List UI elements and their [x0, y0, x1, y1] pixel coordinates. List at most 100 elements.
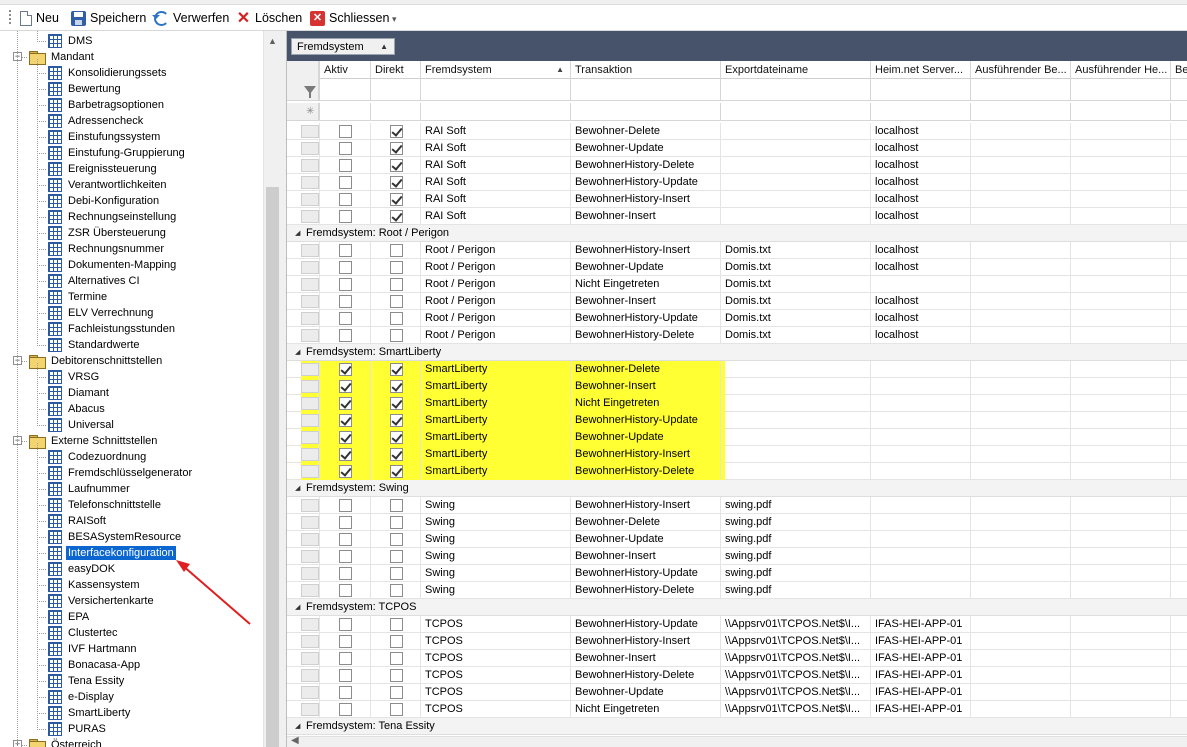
tree-item[interactable]: Alternatives CI [48, 273, 142, 289]
row-selector[interactable] [301, 176, 319, 189]
aktiv-checkbox[interactable] [339, 295, 352, 308]
aktiv-checkbox[interactable] [339, 193, 352, 206]
table-row[interactable]: RAI Soft Bewohner-Insert localhost [287, 208, 1187, 225]
direkt-checkbox[interactable] [390, 567, 403, 580]
cell-direkt[interactable] [370, 276, 420, 293]
tree-item[interactable]: Bonacasa-App [48, 657, 142, 673]
direkt-checkbox[interactable] [390, 329, 403, 342]
table-row[interactable]: RAI Soft BewohnerHistory-Update localhost [287, 174, 1187, 191]
aktiv-checkbox[interactable] [339, 703, 352, 716]
aktiv-checkbox[interactable] [339, 567, 352, 580]
direkt-checkbox[interactable] [390, 465, 403, 478]
tree-item[interactable]: Österreich [29, 737, 104, 747]
tree-item[interactable]: Tena Essity [48, 673, 126, 689]
close-button[interactable]: ✕ Schliessen [310, 8, 389, 28]
table-row[interactable]: Root / Perigon Bewohner-Update Domis.txt lo… [287, 259, 1187, 276]
aktiv-checkbox[interactable] [339, 329, 352, 342]
table-row[interactable]: RAI Soft BewohnerHistory-Insert localhost [287, 191, 1187, 208]
cell-direkt[interactable] [370, 667, 420, 684]
tree-item[interactable]: Termine [48, 289, 109, 305]
aktiv-checkbox[interactable] [339, 465, 352, 478]
group-header-row[interactable]: ◢ Fremdsystem: TCPOS [287, 599, 1187, 616]
aktiv-checkbox[interactable] [339, 142, 352, 155]
row-selector[interactable] [301, 125, 319, 138]
tree-item[interactable]: Adressencheck [48, 113, 145, 129]
cell-aktiv[interactable] [319, 123, 370, 140]
table-row[interactable]: SmartLiberty BewohnerHistory-Delete [287, 463, 1187, 480]
row-selector[interactable] [301, 278, 319, 291]
cell-direkt[interactable] [370, 157, 420, 174]
cell-aktiv[interactable] [319, 514, 370, 531]
group-header-row[interactable]: ◢ Fremdsystem: Tena Essity [287, 718, 1187, 735]
new-item-row[interactable]: ✳ [287, 103, 1187, 121]
cell-aktiv[interactable] [319, 259, 370, 276]
cell-aktiv[interactable] [319, 633, 370, 650]
tree-item[interactable]: Barbetragsoptionen [48, 97, 166, 113]
table-row[interactable]: Swing BewohnerHistory-Update swing.pdf [287, 565, 1187, 582]
aktiv-checkbox[interactable] [339, 312, 352, 325]
cell-aktiv[interactable] [319, 208, 370, 225]
cell-aktiv[interactable] [319, 667, 370, 684]
tree-item[interactable]: Clustertec [48, 625, 120, 641]
direkt-checkbox[interactable] [390, 516, 403, 529]
tree-item[interactable]: Fremdschlüsselgenerator [48, 465, 194, 481]
cell-aktiv[interactable] [319, 684, 370, 701]
column-header-exportdatei[interactable]: Exportdateiname [720, 61, 870, 79]
aktiv-checkbox[interactable] [339, 363, 352, 376]
table-row[interactable]: TCPOS Bewohner-Update \\Appsrv01\TCPOS.Net… [287, 684, 1187, 701]
direkt-checkbox[interactable] [390, 635, 403, 648]
direkt-checkbox[interactable] [390, 652, 403, 665]
cell-aktiv[interactable] [319, 157, 370, 174]
group-by-fremdsystem-chip[interactable]: Fremdsystem ▲ [291, 38, 395, 55]
cell-aktiv[interactable] [319, 616, 370, 633]
direkt-checkbox[interactable] [390, 618, 403, 631]
aktiv-checkbox[interactable] [339, 635, 352, 648]
cell-direkt[interactable] [370, 650, 420, 667]
cell-aktiv[interactable] [319, 140, 370, 157]
row-selector[interactable] [301, 244, 319, 257]
cell-aktiv[interactable] [319, 650, 370, 667]
cell-direkt[interactable] [370, 123, 420, 140]
direkt-checkbox[interactable] [390, 193, 403, 206]
delete-button[interactable]: ✕ Löschen [236, 8, 302, 28]
row-selector[interactable] [301, 142, 319, 155]
cell-aktiv[interactable] [319, 531, 370, 548]
tree-item[interactable]: Interfacekonfiguration [48, 545, 176, 561]
tree-item[interactable]: IVF Hartmann [48, 641, 138, 657]
row-selector[interactable] [301, 329, 319, 342]
cell-direkt[interactable] [370, 378, 420, 395]
tree-item[interactable]: Diamant [48, 385, 111, 401]
row-selector[interactable] [301, 261, 319, 274]
aktiv-checkbox[interactable] [339, 261, 352, 274]
tree-item[interactable]: Rechnungseinstellung [48, 209, 178, 225]
direkt-checkbox[interactable] [390, 431, 403, 444]
cell-direkt[interactable] [370, 565, 420, 582]
cell-aktiv[interactable] [319, 548, 370, 565]
tree-item[interactable]: Verantwortlichkeiten [48, 177, 168, 193]
collapse-group-icon[interactable]: ◢ [295, 599, 300, 616]
row-selector[interactable] [301, 448, 319, 461]
cell-direkt[interactable] [370, 174, 420, 191]
tree-item[interactable]: Externe Schnittstellen [29, 433, 159, 449]
cell-aktiv[interactable] [319, 565, 370, 582]
toolbar-overflow-icon[interactable]: ▾ [392, 14, 397, 25]
cell-aktiv[interactable] [319, 361, 370, 378]
aktiv-checkbox[interactable] [339, 448, 352, 461]
cell-aktiv[interactable] [319, 463, 370, 480]
aktiv-checkbox[interactable] [339, 516, 352, 529]
aktiv-checkbox[interactable] [339, 125, 352, 138]
row-selector[interactable] [301, 584, 319, 597]
aktiv-checkbox[interactable] [339, 414, 352, 427]
row-selector[interactable] [301, 414, 319, 427]
cell-direkt[interactable] [370, 293, 420, 310]
direkt-checkbox[interactable] [390, 550, 403, 563]
aktiv-checkbox[interactable] [339, 652, 352, 665]
table-row[interactable]: Swing BewohnerHistory-Delete swing.pdf [287, 582, 1187, 599]
tree-item[interactable]: RAISoft [48, 513, 108, 529]
tree-item[interactable]: Abacus [48, 401, 107, 417]
direkt-checkbox[interactable] [390, 703, 403, 716]
cell-direkt[interactable] [370, 208, 420, 225]
grid-horizontal-scrollbar[interactable]: ◀ [287, 735, 1187, 747]
tree-item[interactable]: Debitorenschnittstellen [29, 353, 164, 369]
cell-direkt[interactable] [370, 242, 420, 259]
